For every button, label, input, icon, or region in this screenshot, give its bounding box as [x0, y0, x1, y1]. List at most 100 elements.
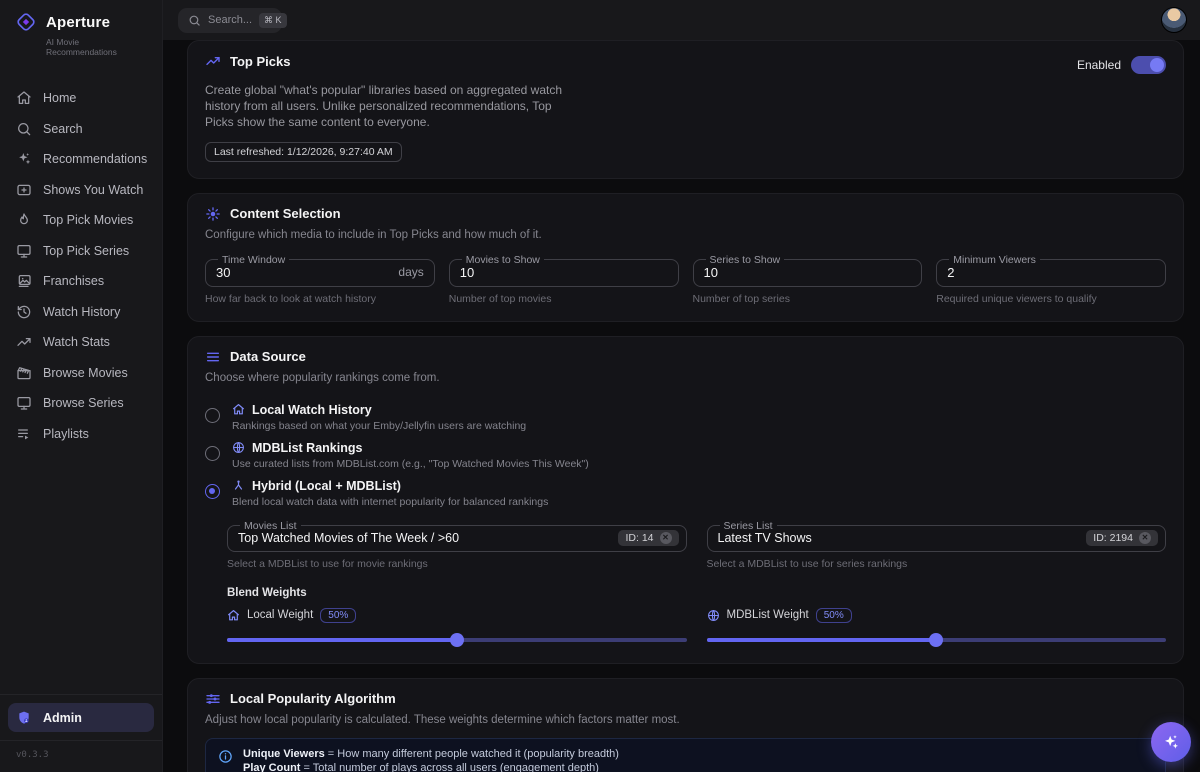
content-selection-card: Content Selection Configure which media … [187, 193, 1184, 322]
user-avatar[interactable] [1161, 7, 1187, 33]
slider-fill [707, 638, 937, 642]
slider-thumb[interactable] [450, 633, 464, 647]
search-input[interactable]: Search... ⌘ K [178, 8, 282, 33]
field-value-input[interactable]: 30 [216, 265, 230, 280]
sidebar-item-top-pick-series[interactable]: Top Pick Series [8, 236, 154, 267]
sidebar-item-watch-stats[interactable]: Watch Stats [8, 327, 154, 358]
main-area: Search... ⌘ K Top Picks Enabled [163, 0, 1200, 772]
sidebar-item-label: Playlists [43, 427, 89, 441]
sidebar-item-label: Watch History [43, 305, 120, 319]
sidebar-item-admin[interactable]: Admin [8, 703, 154, 732]
sidebar-item-browse-series[interactable]: Browse Series [8, 388, 154, 419]
field-value-input[interactable]: 10 [460, 265, 474, 280]
info-term: Play Count [243, 762, 300, 772]
tv-plus-icon [16, 182, 32, 198]
field-time-window: Time Window 30days How far back to look … [205, 254, 435, 305]
list-icon [205, 349, 221, 365]
sidebar-item-label: Browse Series [43, 396, 124, 410]
sidebar-item-recommendations[interactable]: Recommendations [8, 144, 154, 175]
clear-icon[interactable]: ✕ [660, 532, 672, 544]
info-line: Play Count = Total number of plays acros… [243, 762, 619, 772]
history-icon [16, 304, 32, 320]
info-text: = Total number of plays across all users… [304, 762, 599, 772]
section-subtitle: Adjust how local popularity is calculate… [205, 714, 1166, 726]
sidebar-item-label: Watch Stats [43, 335, 110, 349]
movies-list-id-badge[interactable]: ID: 14 ✕ [618, 530, 678, 546]
clear-icon[interactable]: ✕ [1139, 532, 1151, 544]
info-line: Unique Viewers = How many different peop… [243, 748, 619, 761]
sidebar-item-franchises[interactable]: Franchises [8, 266, 154, 297]
data-source-radio-group: Local Watch History Rankings based on wh… [205, 394, 1166, 508]
home-icon [16, 90, 32, 106]
search-placeholder: Search... [208, 14, 252, 26]
radio-option-local-watch-history[interactable]: Local Watch History Rankings based on wh… [205, 403, 1166, 432]
sidebar-item-home[interactable]: Home [8, 83, 154, 114]
sidebar-nav: Home Search Recommendations Shows You Wa… [0, 83, 162, 449]
sidebar-item-label: Top Pick Series [43, 244, 129, 258]
radio-description: Use curated lists from MDBList.com (e.g.… [232, 458, 589, 470]
section-title: Data Source [230, 349, 306, 364]
playlist-icon [16, 426, 32, 442]
algorithm-info-box: Unique Viewers = How many different peop… [205, 738, 1166, 772]
sidebar-item-label: Franchises [43, 274, 104, 288]
sidebar-item-shows-you-watch[interactable]: Shows You Watch [8, 175, 154, 206]
page-title: Top Picks [230, 54, 290, 69]
section-title: Content Selection [230, 206, 341, 221]
sidebar-item-label: Search [43, 122, 83, 136]
radio-option-hybrid[interactable]: Hybrid (Local + MDBList) Blend local wat… [205, 479, 1166, 508]
mdblist-weight-slider[interactable] [707, 633, 1167, 647]
radio-button[interactable] [205, 446, 220, 461]
local-weight-slider[interactable] [227, 633, 687, 647]
data-source-card: Data Source Choose where popularity rank… [187, 336, 1184, 664]
toggle-knob [1150, 58, 1164, 72]
field-helper: Select a MDBList to use for series ranki… [707, 558, 1167, 570]
section-subtitle: Choose where popularity rankings come fr… [205, 372, 1166, 384]
sidebar-item-watch-history[interactable]: Watch History [8, 297, 154, 328]
flame-icon [16, 212, 32, 228]
sidebar-item-label: Home [43, 91, 76, 105]
percent-badge: 50% [320, 608, 356, 623]
field-value-input[interactable]: 2 [947, 265, 954, 280]
enabled-label: Enabled [1077, 58, 1121, 72]
home-icon [232, 403, 245, 416]
top-picks-card: Top Picks Enabled Create global "what's … [187, 40, 1184, 179]
monitor-icon [16, 243, 32, 259]
search-icon [16, 121, 32, 137]
field-value-input[interactable]: 10 [704, 265, 718, 280]
id-badge-text: ID: 2194 [1093, 532, 1133, 544]
trending-up-icon [16, 334, 32, 350]
sidebar-item-top-pick-movies[interactable]: Top Pick Movies [8, 205, 154, 236]
enabled-toggle[interactable] [1131, 56, 1166, 74]
field-label: Minimum Viewers [949, 254, 1040, 266]
series-list-id-badge[interactable]: ID: 2194 ✕ [1086, 530, 1158, 546]
movies-list-value[interactable]: Top Watched Movies of The Week / >60 [238, 531, 459, 545]
field-series-to-show: Series to Show 10 Number of top series [693, 254, 923, 305]
ai-assistant-fab-button[interactable] [1151, 722, 1191, 762]
admin-label: Admin [43, 711, 82, 725]
field-minimum-viewers: Minimum Viewers 2 Required unique viewer… [936, 254, 1166, 305]
mdblist-weight-slider-group: MDBList Weight 50% [707, 608, 1167, 647]
slider-label: MDBList Weight [727, 609, 809, 621]
slider-thumb[interactable] [929, 633, 943, 647]
radio-option-mdblist-rankings[interactable]: MDBList Rankings Use curated lists from … [205, 441, 1166, 470]
sidebar-item-browse-movies[interactable]: Browse Movies [8, 358, 154, 389]
local-weight-slider-group: Local Weight 50% [227, 608, 687, 647]
shield-admin-icon [16, 710, 32, 726]
radio-button[interactable] [205, 408, 220, 423]
field-movies-to-show: Movies to Show 10 Number of top movies [449, 254, 679, 305]
search-icon [188, 14, 201, 27]
blend-weights-section: Blend Weights Local Weight 50% [227, 587, 1166, 647]
sidebar-item-playlists[interactable]: Playlists [8, 419, 154, 450]
radio-label: MDBList Rankings [252, 441, 362, 455]
algorithm-card: Local Popularity Algorithm Adjust how lo… [187, 678, 1184, 772]
series-list-value[interactable]: Latest TV Shows [718, 531, 812, 545]
sidebar-item-search[interactable]: Search [8, 114, 154, 145]
field-suffix: days [398, 265, 423, 279]
radio-button-selected[interactable] [205, 484, 220, 499]
last-refreshed-badge: Last refreshed: 1/12/2026, 9:27:40 AM [205, 142, 402, 162]
topbar: Search... ⌘ K [163, 0, 1200, 40]
movies-list-field: Movies List Top Watched Movies of The We… [227, 520, 687, 570]
slider-fill [227, 638, 457, 642]
app-tagline: AI Movie Recommendations [46, 37, 150, 57]
top-picks-description: Create global "what's popular" libraries… [205, 83, 579, 131]
